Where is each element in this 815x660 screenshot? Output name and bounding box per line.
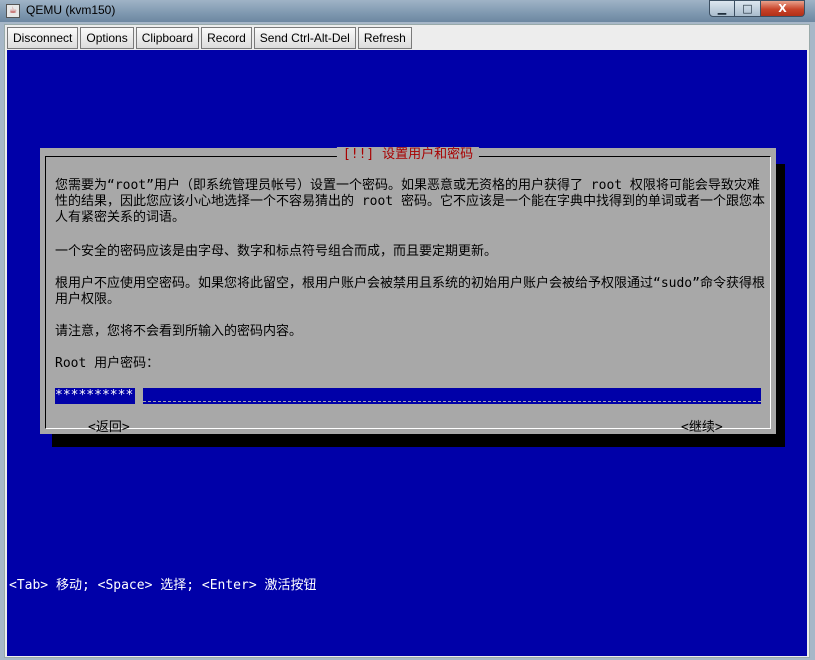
close-button[interactable]: X — [761, 0, 805, 17]
window-controls: ▁ □ X — [709, 0, 805, 18]
maximize-button[interactable]: □ — [735, 0, 761, 17]
refresh-button[interactable]: Refresh — [357, 27, 412, 49]
continue-button[interactable]: <继续> — [681, 420, 723, 436]
record-button[interactable]: Record — [201, 27, 252, 49]
options-button[interactable]: Options — [80, 27, 134, 49]
root-password-label: Root 用户密码： — [55, 356, 160, 371]
java-cup-icon: ☕ — [6, 4, 20, 18]
minimize-button[interactable]: ▁ — [709, 0, 735, 17]
maximize-icon: □ — [742, 2, 753, 15]
window-title: QEMU (kvm150) — [26, 3, 116, 17]
dialog-paragraph-3: 根用户不应使用空密码。如果您将此留空，根用户账户会被禁用且系统的初始用户账户会被… — [55, 276, 765, 307]
clipboard-button[interactable]: Clipboard — [135, 27, 200, 49]
close-icon: X — [778, 2, 787, 15]
status-line: <Tab> 移动; <Space> 选择; <Enter> 激活按钮 — [9, 578, 317, 593]
dialog-paragraph-4: 请注意，您将不会看到所输入的密码内容。 — [55, 324, 303, 339]
remote-console[interactable]: [!!] 设置用户和密码 您需要为“root”用户（即系统管理员帐号）设置一个密… — [7, 50, 807, 656]
back-button[interactable]: <返回> — [88, 420, 130, 436]
dialog-paragraph-1: 您需要为“root”用户（即系统管理员帐号）设置一个密码。如果恶意或无资格的用户… — [55, 178, 765, 225]
dialog-title: [!!] 设置用户和密码 — [336, 147, 480, 163]
installer-dialog: [!!] 设置用户和密码 您需要为“root”用户（即系统管理员帐号）设置一个密… — [40, 147, 776, 436]
password-mask: ********** — [55, 388, 135, 404]
dialog-paragraph-2: 一个安全的密码应该是由字母、数字和标点符号组合而成，而且要定期更新。 — [55, 244, 498, 259]
send-ctrl-alt-del-button[interactable]: Send Ctrl-Alt-Del — [253, 27, 356, 49]
disconnect-button[interactable]: Disconnect — [7, 27, 79, 49]
root-password-input[interactable]: ********** — [55, 388, 761, 404]
minimize-icon: ▁ — [717, 2, 727, 15]
input-underline — [143, 401, 761, 403]
vnc-viewer: Disconnect Options Clipboard Record Send… — [4, 24, 810, 658]
viewer-toolbar: Disconnect Options Clipboard Record Send… — [5, 27, 412, 51]
text-cursor — [135, 388, 143, 404]
window-titlebar[interactable]: ☕ QEMU (kvm150) ▁ □ X — [0, 0, 815, 22]
